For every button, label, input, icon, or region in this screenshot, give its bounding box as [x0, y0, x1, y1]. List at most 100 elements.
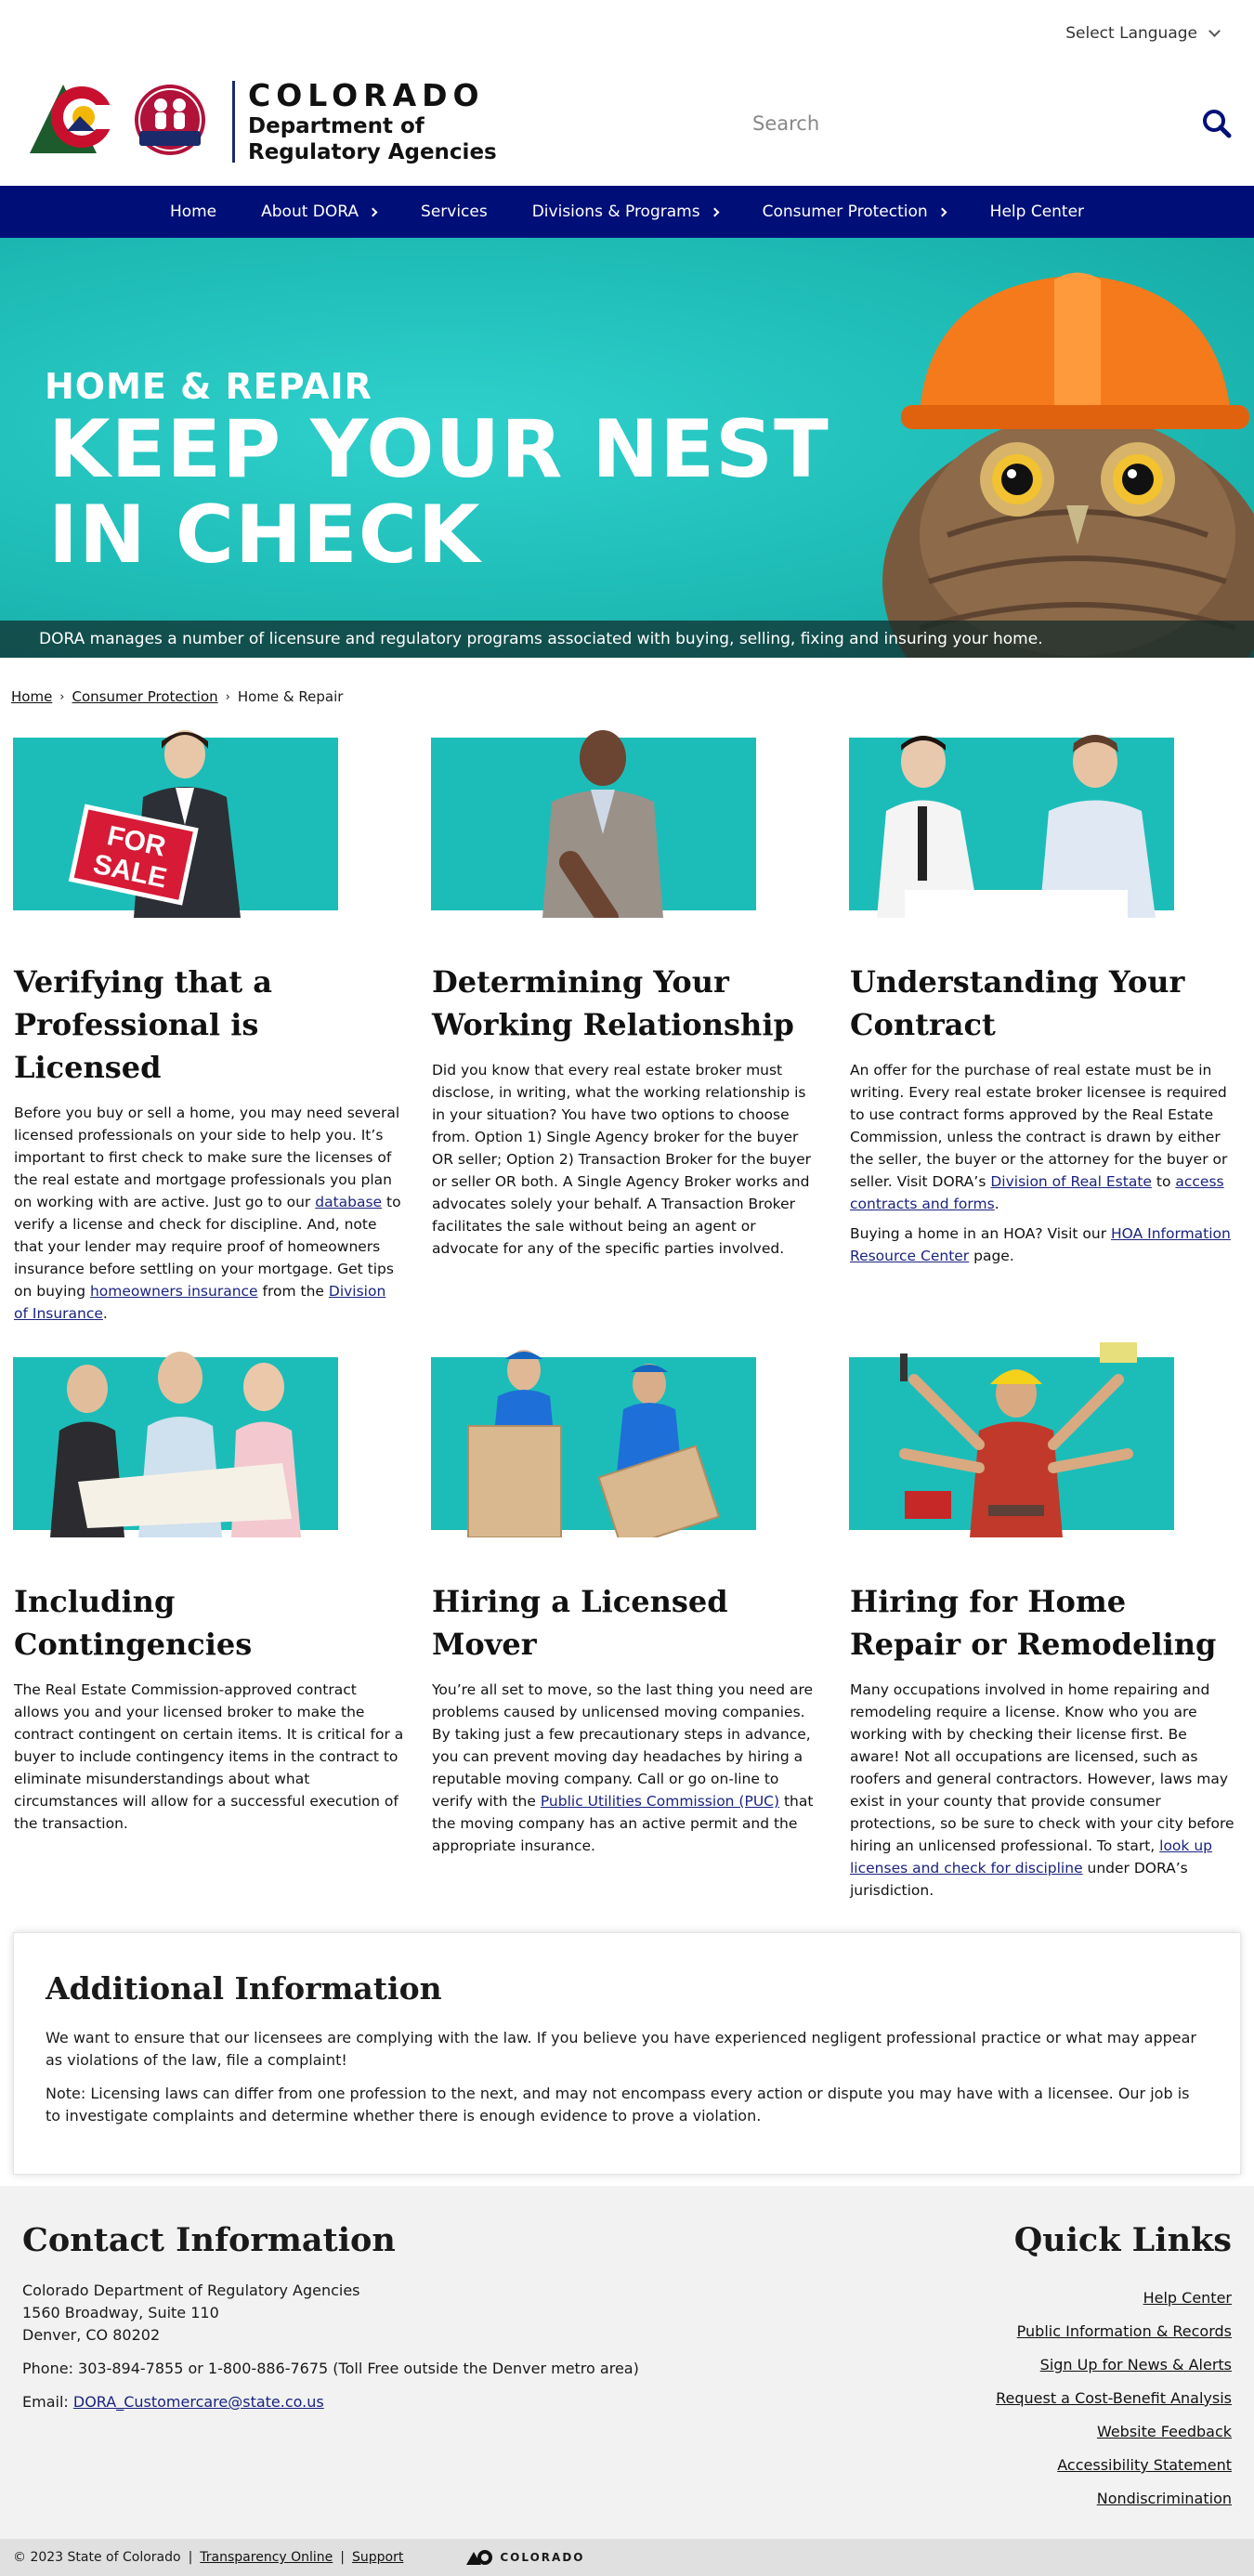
card-body: Did you know that every real estate brok… — [432, 1062, 812, 1257]
list-item: Website Feedback — [996, 2415, 1232, 2449]
site-logo[interactable]: COLORADO Department of Regulatory Agenci… — [26, 75, 497, 168]
nav-services[interactable]: Services — [398, 186, 510, 238]
card-licensed-mover: Hiring a Licensed Mover You’re all set t… — [418, 1342, 836, 1932]
chevron-right-icon — [710, 207, 720, 216]
nav-divisions-programs[interactable]: Divisions & Programs — [510, 186, 740, 238]
quick-links-title: Quick Links — [1013, 2221, 1232, 2259]
quick-link-accessibility[interactable]: Accessibility Statement — [1057, 2456, 1232, 2474]
card-title: Determining Your Working Relationship — [432, 964, 794, 1042]
division-of-real-estate-link[interactable]: Division of Real Estate — [990, 1173, 1152, 1190]
additional-paragraph-1: We want to ensure that our licensees are… — [46, 2029, 1196, 2069]
main-nav: Home About DORA Services Divisions & Pro… — [0, 186, 1254, 238]
quick-link-cost-benefit[interactable]: Request a Cost-Benefit Analysis — [996, 2389, 1232, 2407]
hero-caption-bar: DORA manages a number of licensure and r… — [0, 621, 1254, 658]
puc-link[interactable]: Public Utilities Commission (PUC) — [541, 1793, 779, 1810]
breadcrumb-home[interactable]: Home — [11, 688, 52, 705]
card-text: . — [102, 1305, 108, 1322]
card-working-relationship: Determining Your Working Relationship Di… — [418, 723, 836, 1325]
contact-email-line: Email: DORA_Customercare@state.co.us — [22, 2391, 673, 2413]
contact-lines: Colorado Department of Regulatory Agenci… — [22, 2280, 673, 2413]
additional-paragraph-2: Note: Licensing laws can differ from one… — [46, 2085, 1190, 2125]
card-home-repair: Hiring for Home Repair or Remodeling Man… — [836, 1342, 1254, 1932]
quick-link-news-alerts[interactable]: Sign Up for News & Alerts — [1040, 2356, 1232, 2373]
contact-email-label: Email: — [22, 2393, 73, 2411]
nav-home-label: Home — [169, 203, 217, 221]
nav-help-label: Help Center — [989, 203, 1085, 221]
card-text: Buying a home in an HOA? Visit our — [850, 1225, 1112, 1242]
handshake-agent-image — [431, 723, 756, 918]
homeowners-insurance-link[interactable]: homeowners insurance — [90, 1283, 258, 1300]
list-item: Public Information & Records — [996, 2315, 1232, 2348]
database-link[interactable]: database — [315, 1194, 382, 1210]
separator: | — [340, 2550, 346, 2565]
contract-signing-image — [849, 723, 1174, 918]
couple-with-agent-image — [13, 1342, 338, 1537]
contact-address-2: Denver, CO 80202 — [22, 2326, 161, 2344]
search-box[interactable]: Search — [743, 100, 1235, 147]
card-text: . — [994, 1196, 999, 1212]
hero-caption: DORA manages a number of licensure and r… — [39, 630, 1043, 648]
card-text: Many occupations involved in home repair… — [850, 1681, 1234, 1854]
card-text: from the — [257, 1283, 329, 1300]
quick-links: Quick Links Help Center Public Informati… — [996, 2221, 1232, 2516]
nav-help-center[interactable]: Help Center — [968, 186, 1106, 238]
card-body-2: Buying a home in an HOA? Visit our HOA I… — [850, 1223, 1240, 1267]
chevron-right-icon: › — [225, 689, 230, 704]
card-verify-license: FOR SALE Verifying that a Professional i… — [0, 723, 418, 1325]
card-text: You’re all set to move, so the last thin… — [432, 1681, 814, 1810]
chevron-right-icon: › — [59, 689, 65, 704]
quick-links-list: Help Center Public Information & Records… — [996, 2282, 1232, 2516]
quick-link-nondiscrimination[interactable]: Nondiscrimination — [1097, 2490, 1232, 2507]
language-selector[interactable]: Select Language — [1065, 24, 1221, 43]
copyright: © 2023 State of Colorado — [13, 2550, 181, 2565]
hero-kicker: HOME & REPAIR — [45, 366, 372, 407]
logo-text: COLORADO Department of Regulatory Agenci… — [248, 78, 497, 165]
card-contingencies: Including Contingencies The Real Estate … — [0, 1342, 418, 1932]
footer-brand-text: COLORADO — [500, 2551, 585, 2564]
card-title: Understanding Your Contract — [850, 964, 1185, 1042]
movers-with-boxes-image — [431, 1342, 756, 1537]
language-label: Select Language — [1065, 24, 1197, 43]
contact-email-link[interactable]: DORA_Customercare@state.co.us — [73, 2393, 324, 2411]
hero-headline-line-2: IN CHECK — [48, 489, 481, 582]
chevron-right-icon — [368, 207, 378, 216]
transparency-link[interactable]: Transparency Online — [200, 2550, 333, 2565]
contact-org: Colorado Department of Regulatory Agenci… — [22, 2282, 360, 2299]
support-link[interactable]: Support — [352, 2550, 403, 2565]
logo-divider — [232, 81, 235, 163]
chevron-down-icon — [1208, 25, 1221, 37]
contact-title: Contact Information — [22, 2221, 396, 2259]
bottom-bar: © 2023 State of Colorado | Transparency … — [0, 2539, 1254, 2576]
contact-phone: Phone: 303-894-7855 or 1-800-886-7675 (T… — [22, 2360, 639, 2377]
agency-line-1: Department of — [248, 114, 425, 138]
list-item: Request a Cost-Benefit Analysis — [996, 2382, 1232, 2415]
quick-link-public-info[interactable]: Public Information & Records — [1017, 2322, 1232, 2340]
search-input[interactable]: Search — [743, 112, 1198, 135]
card-title: Verifying that a Professional is License… — [14, 964, 272, 1085]
card-text: page. — [969, 1248, 1014, 1264]
agency-line-2: Regulatory Agencies — [248, 140, 497, 164]
breadcrumb-consumer-protection[interactable]: Consumer Protection — [72, 688, 218, 705]
nav-consumer-protection[interactable]: Consumer Protection — [740, 186, 968, 238]
contact-address-1: 1560 Broadway, Suite 110 — [22, 2304, 219, 2321]
card-title: Including Contingencies — [14, 1584, 253, 1662]
card-body: You’re all set to move, so the last thin… — [432, 1679, 822, 1857]
list-item: Sign Up for News & Alerts — [996, 2348, 1232, 2382]
nav-about-dora[interactable]: About DORA — [239, 186, 398, 238]
footer-brand: COLORADO — [466, 2549, 584, 2566]
card-body: Many occupations involved in home repair… — [850, 1679, 1240, 1902]
nav-home[interactable]: Home — [148, 186, 239, 238]
quick-link-help-center[interactable]: Help Center — [1143, 2289, 1232, 2307]
brand-name: COLORADO — [248, 77, 485, 113]
nav-consumer-label: Consumer Protection — [762, 203, 928, 221]
quick-link-feedback[interactable]: Website Feedback — [1097, 2423, 1232, 2440]
card-title: Hiring a Licensed Mover — [432, 1584, 728, 1662]
colorado-c-logo-icon — [466, 2550, 493, 2565]
additional-title: Additional Information — [46, 1970, 442, 2007]
list-item: Accessibility Statement — [996, 2449, 1232, 2482]
card-understanding-contract: Understanding Your Contract An offer for… — [836, 723, 1254, 1325]
cards-row-2: Including Contingencies The Real Estate … — [0, 1324, 1254, 1932]
search-icon[interactable] — [1198, 105, 1235, 142]
nav-divisions-label: Divisions & Programs — [531, 203, 700, 221]
card-body: An offer for the purchase of real estate… — [850, 1059, 1240, 1215]
